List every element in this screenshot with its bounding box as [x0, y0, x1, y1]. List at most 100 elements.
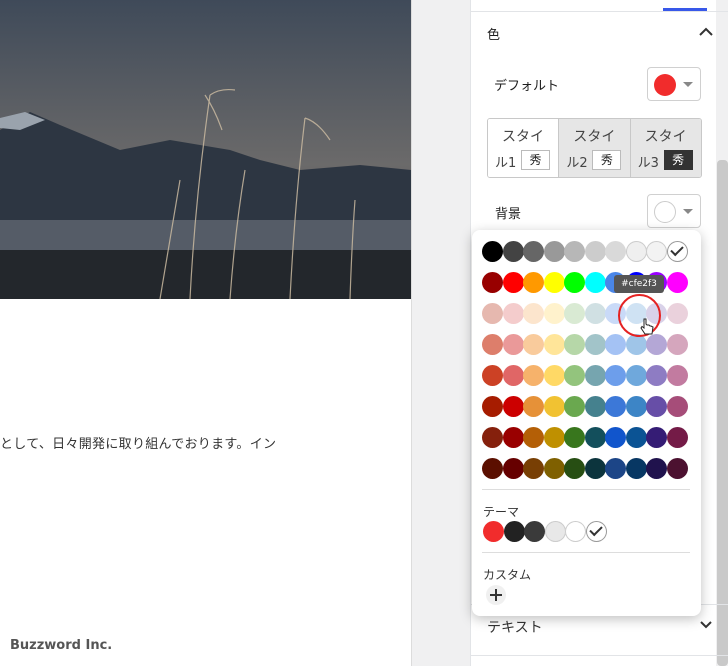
- palette-swatch[interactable]: [482, 303, 503, 324]
- panel-scrollbar[interactable]: [717, 160, 728, 666]
- palette-swatch[interactable]: [666, 303, 688, 324]
- palette-swatch[interactable]: [502, 365, 524, 386]
- theme-swatch[interactable]: [483, 521, 504, 542]
- palette-swatch[interactable]: [482, 272, 503, 293]
- palette-swatch[interactable]: [666, 334, 688, 355]
- palette-swatch[interactable]: [543, 458, 565, 479]
- text-section-heading[interactable]: テキスト: [487, 617, 543, 637]
- palette-swatch[interactable]: [584, 427, 606, 448]
- style-3-button[interactable]: スタイ ル3 秀: [630, 119, 701, 177]
- palette-swatch[interactable]: [523, 241, 544, 262]
- palette-swatch[interactable]: [502, 303, 524, 324]
- palette-swatch[interactable]: [625, 241, 647, 262]
- theme-swatch[interactable]: [544, 521, 566, 542]
- color-tooltip: #cfe2f3: [614, 275, 664, 293]
- palette-swatch[interactable]: [666, 365, 688, 386]
- palette-swatch[interactable]: [564, 365, 585, 386]
- palette-swatch[interactable]: [625, 365, 647, 386]
- palette-swatch[interactable]: [482, 458, 503, 479]
- palette-swatch[interactable]: [605, 427, 626, 448]
- palette-swatch[interactable]: [482, 427, 503, 448]
- body-text: として、日々開発に取り組んでおります。イン: [0, 437, 277, 452]
- background-color-button[interactable]: [647, 194, 701, 228]
- palette-swatch[interactable]: [666, 396, 688, 417]
- palette-swatch[interactable]: [646, 241, 667, 262]
- style-1-badge: 秀: [521, 150, 550, 170]
- theme-swatch[interactable]: [585, 521, 607, 542]
- palette-swatch[interactable]: [482, 365, 503, 386]
- palette-swatch[interactable]: [523, 303, 544, 324]
- palette-swatch[interactable]: [502, 241, 524, 262]
- palette-swatch[interactable]: [666, 272, 688, 293]
- palette-swatch[interactable]: [543, 241, 565, 262]
- palette-swatch[interactable]: [605, 396, 626, 417]
- palette-swatch[interactable]: [584, 272, 606, 293]
- palette-swatch[interactable]: [564, 396, 585, 417]
- palette-swatch[interactable]: [564, 303, 585, 324]
- style-3-label: スタイ: [644, 129, 687, 145]
- color-picker-popover: #cfe2f3 テーマ カスタム: [472, 230, 701, 616]
- palette-swatch[interactable]: [584, 334, 606, 355]
- palette-swatch[interactable]: [543, 427, 565, 448]
- palette-swatch[interactable]: [646, 458, 667, 479]
- chevron-down-icon[interactable]: [699, 619, 713, 631]
- palette-swatch[interactable]: [625, 396, 647, 417]
- palette-swatch[interactable]: [543, 396, 565, 417]
- palette-swatch[interactable]: [666, 241, 688, 262]
- palette-swatch[interactable]: [523, 334, 544, 355]
- palette-swatch[interactable]: [482, 334, 503, 355]
- palette-swatch[interactable]: [543, 303, 565, 324]
- palette-swatch[interactable]: [605, 365, 626, 386]
- palette-swatch[interactable]: [482, 241, 503, 262]
- palette-swatch[interactable]: [564, 427, 585, 448]
- picker-divider: [482, 489, 690, 490]
- theme-swatch[interactable]: [503, 521, 525, 542]
- default-color-button[interactable]: [647, 67, 701, 101]
- palette-swatch[interactable]: [646, 365, 667, 386]
- palette-swatch[interactable]: [584, 303, 606, 324]
- palette-swatch[interactable]: [666, 458, 688, 479]
- palette-swatch[interactable]: [543, 365, 565, 386]
- color-section-heading[interactable]: 色: [487, 24, 500, 43]
- palette-swatch[interactable]: [666, 427, 688, 448]
- chevron-up-icon[interactable]: [698, 26, 714, 38]
- palette-swatch[interactable]: [564, 458, 585, 479]
- palette-swatch[interactable]: [605, 334, 626, 355]
- palette-swatch[interactable]: [523, 272, 544, 293]
- palette-swatch[interactable]: [543, 272, 565, 293]
- palette-swatch[interactable]: [584, 365, 606, 386]
- style-2-button[interactable]: スタイ ル2 秀: [559, 119, 631, 177]
- style-1-button[interactable]: スタイ ル1 秀: [488, 119, 560, 177]
- palette-swatch[interactable]: [625, 458, 647, 479]
- palette-swatch[interactable]: [584, 458, 606, 479]
- palette-swatch[interactable]: [584, 241, 606, 262]
- theme-swatch[interactable]: [524, 521, 545, 542]
- hero-image: [0, 0, 411, 299]
- background-color-label: 背景: [495, 207, 522, 222]
- palette-swatch[interactable]: [564, 241, 585, 262]
- palette-swatch[interactable]: [646, 427, 667, 448]
- palette-swatch[interactable]: [605, 458, 626, 479]
- palette-swatch[interactable]: [523, 458, 544, 479]
- palette-swatch[interactable]: [502, 272, 524, 293]
- footer-brand: Buzzword Inc.: [10, 638, 113, 653]
- palette-swatch[interactable]: [625, 427, 647, 448]
- palette-swatch[interactable]: [482, 396, 503, 417]
- palette-swatch[interactable]: [502, 458, 524, 479]
- palette-swatch[interactable]: [502, 427, 524, 448]
- palette-swatch[interactable]: [523, 427, 544, 448]
- palette-swatch[interactable]: [646, 334, 667, 355]
- palette-swatch[interactable]: [543, 334, 565, 355]
- palette-swatch[interactable]: [564, 334, 585, 355]
- palette-swatch[interactable]: [523, 396, 544, 417]
- palette-swatch[interactable]: [523, 365, 544, 386]
- palette-swatch[interactable]: [502, 334, 524, 355]
- palette-swatch[interactable]: [502, 396, 524, 417]
- palette-swatch[interactable]: [646, 396, 667, 417]
- theme-swatch[interactable]: [565, 521, 586, 542]
- palette-swatch[interactable]: [584, 396, 606, 417]
- palette-swatch[interactable]: [625, 334, 647, 355]
- palette-swatch[interactable]: [605, 241, 626, 262]
- palette-swatch[interactable]: [564, 272, 585, 293]
- add-custom-color-button[interactable]: [486, 585, 506, 605]
